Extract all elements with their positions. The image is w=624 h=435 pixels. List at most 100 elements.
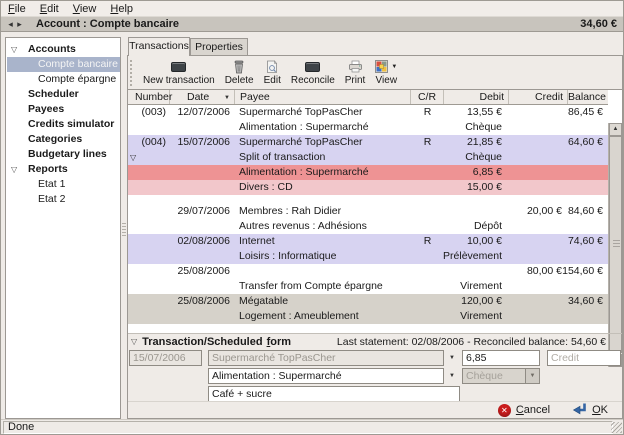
menu-edit[interactable]: Edit [33, 2, 66, 16]
cell-date: 15/07/2006 [170, 135, 233, 150]
print-button[interactable]: Print [340, 57, 371, 88]
sort-desc-icon[interactable]: ▼ [224, 91, 230, 105]
split-row-selected[interactable]: Alimentation : Supermarché 6,85 € [128, 165, 608, 180]
cell-debit: 15,00 € [442, 180, 504, 195]
column-header-debit[interactable]: Debit [444, 90, 509, 104]
table-header: Number Date ▼ Payee C/R Debit Credit Bal… [128, 90, 608, 105]
transactions-toolbar: New transaction Delete Edit Reconcile [128, 56, 622, 89]
forward-icon[interactable]: ▸ [15, 17, 24, 31]
button-label: Cancel [516, 404, 550, 416]
back-icon[interactable]: ◂ [6, 17, 15, 31]
column-header-balance[interactable]: Balance [568, 90, 608, 104]
sidebar-label: Etat 2 [38, 193, 65, 205]
payee-combo-wrap [208, 350, 444, 366]
toolbar-grip[interactable] [130, 60, 135, 86]
column-header-credit[interactable]: Credit [509, 90, 568, 104]
expander-icon[interactable]: ▽ [11, 42, 17, 57]
view-dropdown-icon[interactable]: ▼ [391, 64, 397, 70]
table-row[interactable]: 25/08/2006 Mégatable 120,00 € 34,60 € [128, 294, 608, 309]
table-row[interactable]: 25/08/2006 80,00 € 154,60 € [128, 264, 608, 279]
debit-field[interactable] [462, 350, 540, 366]
scrollbar-thumb[interactable] [609, 136, 622, 353]
resize-grip-icon[interactable] [611, 422, 622, 433]
status-message: Done [3, 421, 613, 434]
column-label: Date [187, 91, 209, 103]
cell-category: Loisirs : Informatique [239, 249, 413, 264]
column-header-number[interactable]: Number [128, 90, 170, 104]
table-row[interactable]: 02/08/2006 Internet R 10,00 € 74,60 € [128, 234, 608, 249]
credit-field-wrap [547, 350, 621, 366]
table-row-selected[interactable]: ▽ Split of transaction Chèque [128, 150, 608, 165]
sidebar-item-etat-2[interactable]: Etat 2 [7, 192, 120, 207]
button-label: OK [592, 404, 608, 416]
cell-date: 29/07/2006 [170, 204, 233, 219]
sidebar-item-categories[interactable]: Categories [7, 132, 120, 147]
sidebar-item-reports[interactable]: ▽ Reports [7, 162, 120, 177]
sidebar-item-compte-bancaire[interactable]: Compte bancaire [7, 57, 120, 72]
sidebar-label: Budgetary lines [28, 148, 107, 160]
sidebar-item-etat-1[interactable]: Etat 1 [7, 177, 120, 192]
cell-balance: 154,60 € [546, 264, 606, 279]
navigation-sidebar: ▽ Accounts Compte bancaire Compte épargn… [5, 37, 121, 419]
delete-button[interactable]: Delete [220, 57, 259, 88]
edit-button[interactable]: Edit [259, 57, 286, 88]
table-row[interactable]: Autres revenus : Adhésions Dépôt [128, 219, 608, 234]
column-header-payee[interactable]: Payee [235, 90, 411, 104]
reconcile-button[interactable]: Reconcile [286, 57, 340, 88]
tab-properties[interactable]: Properties [190, 38, 248, 56]
date-field [129, 350, 202, 366]
menu-help[interactable]: Help [103, 2, 140, 16]
table-row[interactable]: Logement : Ameublement Virement [128, 309, 608, 324]
cell-debit: 6,85 € [442, 165, 504, 180]
table-row[interactable]: (003) 12/07/2006 Supermarché TopPasCher … [128, 105, 608, 120]
sidebar-label: Payees [28, 103, 64, 115]
category-combo-arrow-icon[interactable]: ▼ [449, 373, 455, 379]
table-row[interactable]: Alimentation : Supermarché Chèque [128, 120, 608, 135]
split-row[interactable]: Divers : CD 15,00 € [128, 180, 608, 195]
sidebar-label: Categories [28, 133, 82, 145]
table-row[interactable]: Loisirs : Informatique Prélèvement [128, 249, 608, 264]
column-header-date[interactable]: Date ▼ [170, 90, 235, 104]
sidebar-label: Reports [28, 163, 68, 175]
sidebar-item-credits-simulator[interactable]: Credits simulator [7, 117, 120, 132]
comment-field-wrap [208, 386, 460, 402]
view-button[interactable]: ▼ View [370, 57, 402, 88]
cell-date: 25/08/2006 [170, 294, 233, 309]
form-expander-icon[interactable]: ▽ [131, 337, 137, 346]
cell-balance: 84,60 € [546, 204, 606, 219]
cell-balance: 64,60 € [546, 135, 606, 150]
table-scrollbar[interactable]: ▲ ▼ [608, 123, 622, 367]
spacer-row [128, 195, 608, 204]
cancel-button[interactable]: ✕ Cancel [498, 404, 550, 417]
cell-category: Alimentation : Supermarché [239, 120, 413, 135]
tab-transactions[interactable]: Transactions [128, 37, 190, 56]
new-transaction-button[interactable]: New transaction [138, 57, 220, 88]
transactions-table: Number Date ▼ Payee C/R Debit Credit Bal… [128, 89, 622, 333]
cell-method: Virement [442, 279, 504, 294]
sidebar-label: Scheduler [28, 88, 79, 100]
sidebar-label: Etat 1 [38, 178, 65, 190]
cell-method: Prélèvement [442, 249, 504, 264]
thumb-grip-icon [613, 240, 620, 249]
column-header-cr[interactable]: C/R [411, 90, 444, 104]
table-row[interactable]: Transfer from Compte épargne Virement [128, 279, 608, 294]
sidebar-item-accounts[interactable]: ▽ Accounts [7, 42, 120, 57]
expander-icon[interactable]: ▽ [11, 162, 17, 177]
sidebar-item-compte-epargne[interactable]: Compte épargne [7, 72, 120, 87]
credit-field[interactable] [547, 350, 621, 366]
sidebar-item-scheduler[interactable]: Scheduler [7, 87, 120, 102]
ok-button[interactable]: OK [572, 402, 608, 419]
menu-file[interactable]: File [1, 2, 33, 16]
button-label: View [376, 75, 398, 86]
table-row[interactable]: 29/07/2006 Membres : Rah Didier 20,00 € … [128, 204, 608, 219]
sidebar-item-payees[interactable]: Payees [7, 102, 120, 117]
comment-field[interactable] [208, 386, 460, 402]
account-balance: 34,60 € [580, 18, 623, 30]
category-combo[interactable] [208, 368, 444, 384]
sidebar-item-budgetary-lines[interactable]: Budgetary lines [7, 147, 120, 162]
table-row-selected[interactable]: (004) 15/07/2006 Supermarché TopPasCher … [128, 135, 608, 150]
scroll-up-icon[interactable]: ▲ [609, 123, 622, 136]
menu-view[interactable]: View [66, 2, 104, 16]
ok-icon [572, 402, 587, 419]
split-expander-icon[interactable]: ▽ [130, 150, 136, 165]
